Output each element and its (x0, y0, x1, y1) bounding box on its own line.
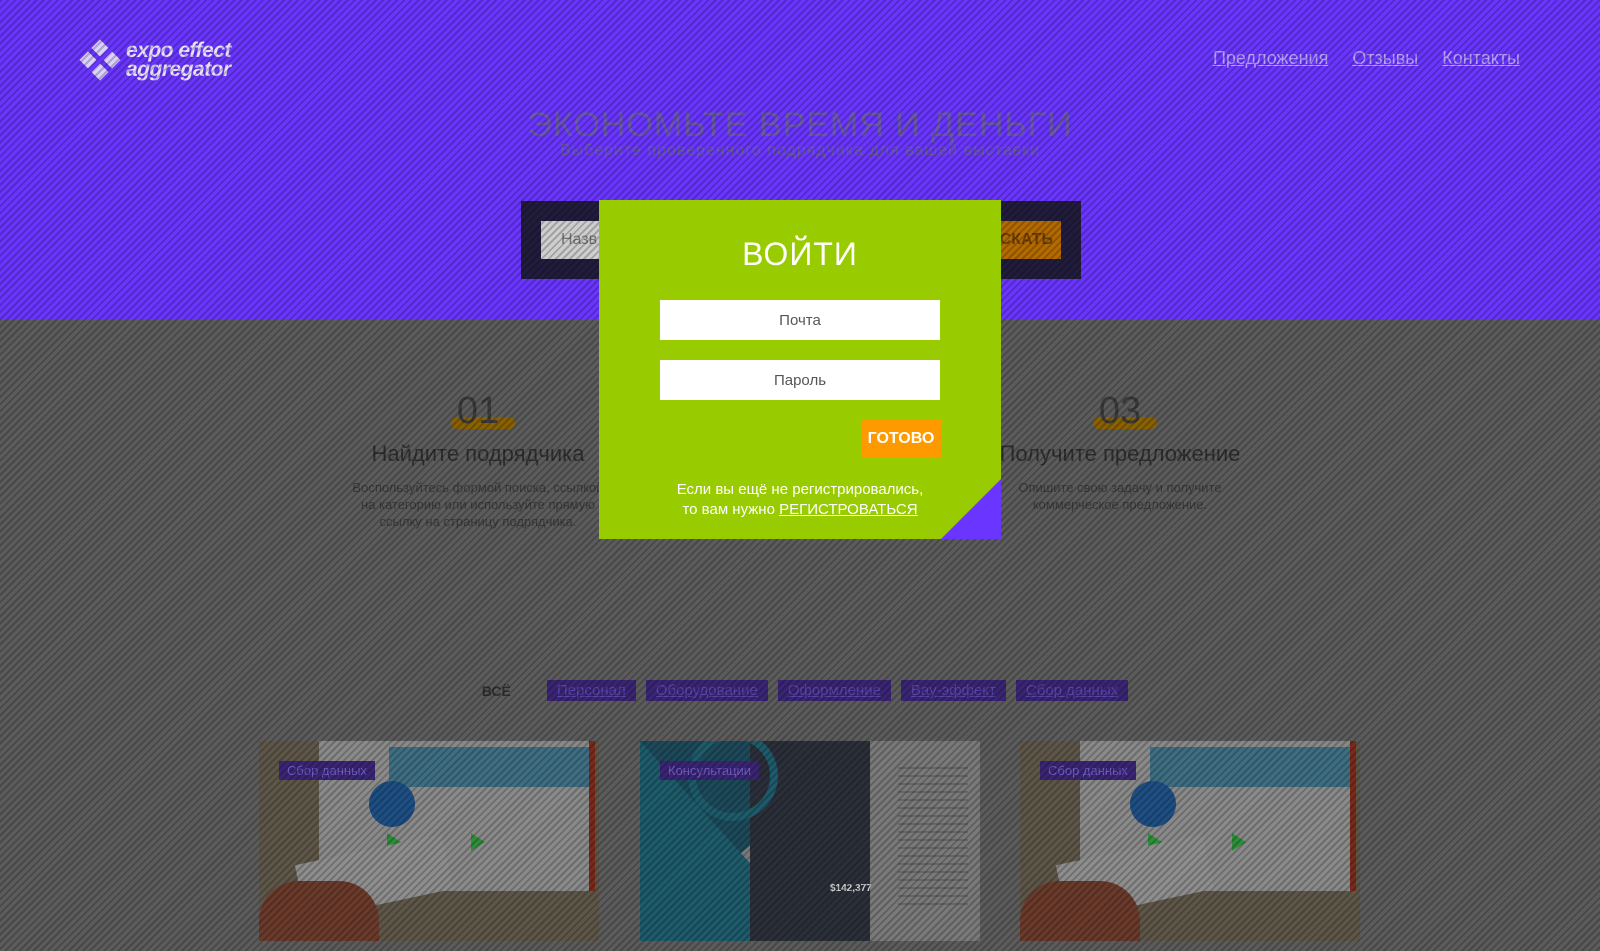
email-field[interactable] (660, 300, 940, 340)
password-field[interactable] (660, 360, 940, 400)
logo-mark-icon (79, 39, 121, 81)
hero-title: ЭКОНОМЬТЕ ВРЕМЯ И ДЕНЬГИ (527, 106, 1073, 144)
register-link[interactable]: РЕГИСТРОВАТЬСЯ (779, 501, 917, 518)
filter-design[interactable]: Оформление (777, 680, 891, 701)
nav-link-contacts[interactable]: Контакты (1442, 48, 1520, 69)
step-title: Найдите подрядчика (371, 441, 585, 466)
main-nav: Предложения Отзывы Контакты (1213, 48, 1520, 69)
step-3: 03 Получите предложение Опишите свою зад… (990, 390, 1250, 513)
offer-card[interactable]: Сбор данных (259, 741, 599, 941)
modal-title: ВОЙТИ (742, 236, 858, 272)
category-filters: ВСЁ Персонал Оборудование Оформление Вау… (0, 680, 1600, 701)
modal-corner-decoration (941, 479, 1001, 539)
step-number: 03 (1092, 390, 1158, 432)
offer-card[interactable]: Сбор данных (1020, 741, 1360, 941)
card-image-price: $142,377 (830, 883, 872, 894)
step-title: Получите предложение (999, 441, 1241, 466)
filter-wow-effect[interactable]: Вау-эффект (900, 680, 1006, 701)
card-category-tag[interactable]: Сбор данных (1040, 761, 1136, 780)
filter-all[interactable]: ВСЁ (472, 681, 521, 701)
filter-equipment[interactable]: Оборудование (645, 680, 768, 701)
register-note-text: то вам нужно (682, 501, 775, 518)
nav-link-reviews[interactable]: Отзывы (1352, 48, 1418, 69)
login-modal: ВОЙТИ ГОТОВО Если вы ещё не регистрирова… (599, 200, 1001, 539)
card-category-tag[interactable]: Консультации (660, 761, 760, 780)
hero-subtitle: Выберите проверенного подрядчика для ваш… (559, 142, 1041, 159)
step-description: Опишите свою задачу и получите коммерчес… (1018, 480, 1222, 512)
offer-card[interactable]: $142,377 Консультации (640, 741, 980, 941)
step-1: 01 Найдите подрядчика Воспользуйтесь фор… (348, 390, 608, 530)
step-number: 01 (450, 390, 516, 432)
submit-button[interactable]: ГОТОВО (861, 420, 941, 458)
card-category-tag[interactable]: Сбор данных (279, 761, 375, 780)
nav-link-offers[interactable]: Предложения (1213, 48, 1328, 69)
step-description: Воспользуйтесь формой поиска, ссылкой на… (352, 480, 604, 529)
filter-personnel[interactable]: Персонал (546, 680, 636, 701)
logo-text: expo effect aggregator (126, 40, 232, 81)
logo-line-2: aggregator (126, 58, 231, 81)
site-logo[interactable]: expo effect aggregator (79, 38, 250, 82)
filter-data-collection[interactable]: Сбор данных (1015, 680, 1129, 701)
